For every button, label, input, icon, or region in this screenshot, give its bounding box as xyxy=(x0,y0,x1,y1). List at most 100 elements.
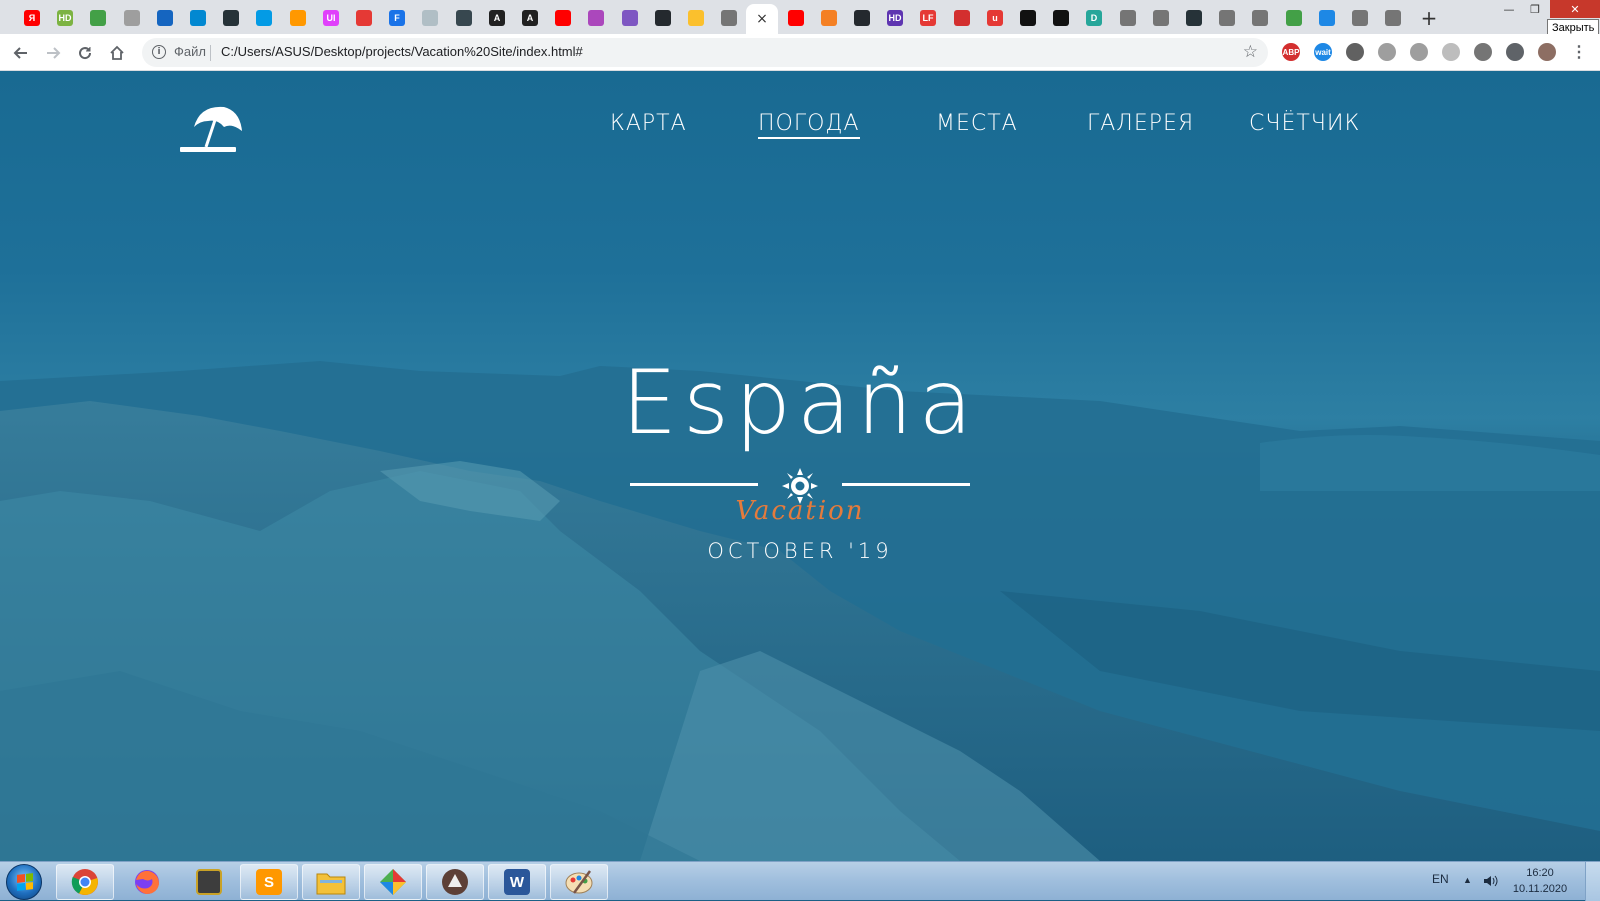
new-tab-button[interactable]: + xyxy=(1416,5,1442,31)
globe-icon[interactable] xyxy=(1410,43,1428,61)
browser-tab[interactable]: A xyxy=(514,4,546,32)
bookmark-star-icon[interactable]: ☆ xyxy=(1243,42,1258,62)
browser-tab[interactable] xyxy=(846,4,878,32)
forward-arrow-icon xyxy=(47,47,61,59)
browser-tab[interactable] xyxy=(1012,4,1044,32)
bulb-icon xyxy=(456,10,472,26)
browser-tab[interactable] xyxy=(1145,4,1177,32)
taskbar-firefox[interactable] xyxy=(118,864,176,900)
browser-tab[interactable]: HD xyxy=(879,4,911,32)
hd-icon: HD xyxy=(887,10,903,26)
window-maximize-button[interactable]: ❐ xyxy=(1522,0,1548,18)
back-button[interactable] xyxy=(8,40,34,66)
browser-tab[interactable] xyxy=(149,4,181,32)
show-desktop-button[interactable] xyxy=(1585,862,1600,901)
browser-tab[interactable] xyxy=(614,4,646,32)
adblock-icon[interactable]: ABP xyxy=(1282,43,1300,61)
nav-item-weather[interactable]: ПОГОДА xyxy=(758,111,860,139)
pdf-icon[interactable] xyxy=(1378,43,1396,61)
browser-tab[interactable] xyxy=(580,4,612,32)
browser-tab[interactable] xyxy=(1278,4,1310,32)
taskbar-paint[interactable] xyxy=(550,864,608,900)
volume-icon[interactable] xyxy=(1482,873,1498,889)
taskbar-app[interactable] xyxy=(426,864,484,900)
language-indicator[interactable]: EN xyxy=(1432,872,1449,886)
forward-button[interactable] xyxy=(40,40,66,66)
nav-item-places[interactable]: МЕСТА xyxy=(936,111,1018,136)
browser-tab[interactable] xyxy=(82,4,114,32)
url-text[interactable]: C:/Users/ASUS/Desktop/projects/Vacation%… xyxy=(221,44,583,59)
browser-tab[interactable]: LF xyxy=(912,4,944,32)
browser-tab[interactable] xyxy=(780,4,812,32)
browser-tab[interactable] xyxy=(647,4,679,32)
taskbar-gitkraken[interactable] xyxy=(364,864,422,900)
wait-icon[interactable]: wait xyxy=(1314,43,1332,61)
window-minimize-button[interactable]: — xyxy=(1496,0,1522,18)
browser-tab[interactable] xyxy=(282,4,314,32)
browser-tab[interactable]: UI xyxy=(315,4,347,32)
browser-tab[interactable] xyxy=(1311,4,1343,32)
globe-icon xyxy=(1385,10,1401,26)
browser-tab[interactable] xyxy=(1112,4,1144,32)
taskbar-word[interactable]: W xyxy=(488,864,546,900)
taskbar-sublime[interactable]: S xyxy=(240,864,298,900)
taskbar-explorer[interactable] xyxy=(302,864,360,900)
puzzle-icon[interactable] xyxy=(1506,43,1524,61)
crown-icon xyxy=(688,10,704,26)
browser-tab[interactable] xyxy=(1178,4,1210,32)
grid-icon[interactable] xyxy=(1442,43,1460,61)
browser-tab[interactable]: A xyxy=(481,4,513,32)
browser-tab[interactable] xyxy=(1211,4,1243,32)
firefox-icon xyxy=(135,870,159,894)
windows-logo-icon xyxy=(17,873,33,891)
windows-taskbar: S W EN ▲ 16:20 10.11.2020 xyxy=(0,861,1600,901)
taskbar-chrome[interactable] xyxy=(56,864,114,900)
browser-tab[interactable]: Я xyxy=(16,4,48,32)
nav-item-gallery[interactable]: ГАЛЕРЕЯ xyxy=(1087,111,1194,136)
browser-tab[interactable] xyxy=(813,4,845,32)
browser-tab[interactable] xyxy=(1344,4,1376,32)
puzzle-piece-icon[interactable] xyxy=(1474,43,1492,61)
back-arrow-icon xyxy=(13,47,27,59)
browser-tab[interactable] xyxy=(1377,4,1409,32)
close-icon[interactable]: × xyxy=(756,11,768,27)
browser-tab[interactable] xyxy=(1244,4,1276,32)
browser-tab[interactable]: F xyxy=(381,4,413,32)
address-bar[interactable]: i Файл C:/Users/ASUS/Desktop/projects/Va… xyxy=(142,38,1268,67)
browser-tab[interactable]: D xyxy=(1078,4,1110,32)
browser-tab[interactable] xyxy=(348,4,380,32)
browser-tab[interactable]: u xyxy=(979,4,1011,32)
browser-tab[interactable]: × xyxy=(746,4,778,34)
browser-tab[interactable] xyxy=(248,4,280,32)
globe-icon xyxy=(721,10,737,26)
nav-item-map[interactable]: КАРТА xyxy=(610,111,687,136)
browser-tab[interactable] xyxy=(547,4,579,32)
home-button[interactable] xyxy=(104,40,130,66)
start-button[interactable] xyxy=(6,864,42,900)
window-close-button[interactable]: ✕ xyxy=(1550,0,1600,18)
reload-button[interactable] xyxy=(72,40,98,66)
browser-tab[interactable] xyxy=(1045,4,1077,32)
browser-tab[interactable] xyxy=(680,4,712,32)
triangle-icon xyxy=(356,10,372,26)
site-info-icon[interactable]: i xyxy=(152,45,166,59)
tray-expand-icon[interactable]: ▲ xyxy=(1463,875,1472,885)
browser-tab[interactable] xyxy=(946,4,978,32)
browser-tab[interactable] xyxy=(116,4,148,32)
browser-tab[interactable] xyxy=(215,4,247,32)
system-clock[interactable]: 16:20 10.11.2020 xyxy=(1510,865,1570,897)
browser-tab[interactable] xyxy=(182,4,214,32)
browser-tab[interactable] xyxy=(448,4,480,32)
dots-grid-icon xyxy=(588,10,604,26)
f-icon: F xyxy=(389,10,405,26)
clock-time: 16:20 xyxy=(1526,867,1554,879)
more-icon[interactable]: ⋮ xyxy=(1570,43,1588,61)
browser-tab[interactable]: HD xyxy=(49,4,81,32)
nav-item-counter[interactable]: СЧЁТЧИК xyxy=(1249,111,1360,136)
avatar-icon[interactable] xyxy=(1538,43,1556,61)
browser-tab[interactable] xyxy=(713,4,745,32)
gear-icon xyxy=(1319,10,1335,26)
taskbar-camera[interactable] xyxy=(180,864,238,900)
extension-icon[interactable] xyxy=(1346,43,1364,61)
browser-tab[interactable] xyxy=(414,4,446,32)
